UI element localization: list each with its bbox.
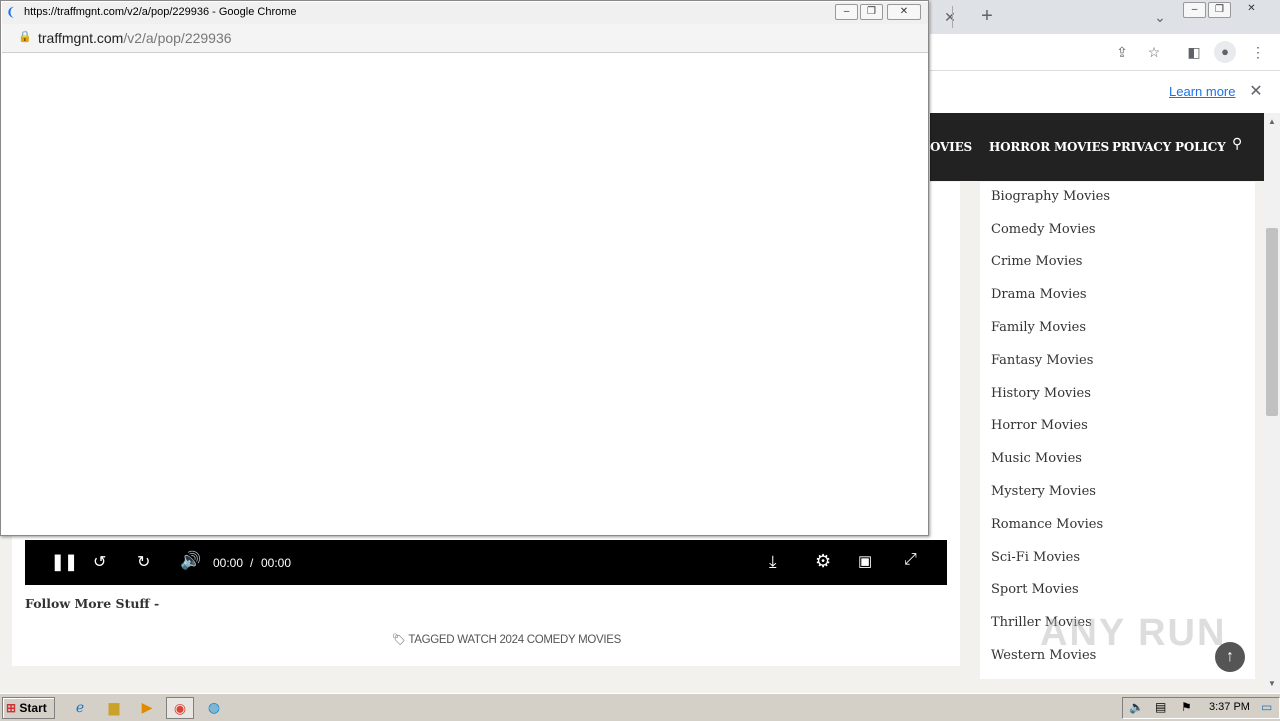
start-button[interactable]: ⊞ Start [2, 697, 55, 719]
url-domain: traffmgnt.com [38, 30, 124, 46]
popup-address-bar[interactable]: 🔒 traffmgnt.com/v2/a/pop/229936 [2, 24, 928, 53]
share-icon[interactable]: ⇪ [1112, 42, 1132, 62]
browser-toolbar: ⇪ ☆ ◧ ● ⋮ [930, 34, 1280, 71]
close-window-icon[interactable]: ✕ [1241, 2, 1262, 16]
download-icon[interactable]: ⤓ [769, 552, 777, 572]
fullscreen-icon[interactable]: ⤢ [904, 551, 917, 569]
nav-item-horror-movies[interactable]: HORROR MOVIES [989, 140, 1109, 154]
bookmark-star-icon[interactable]: ☆ [1144, 42, 1164, 62]
rewind-10-icon[interactable]: ↺ [93, 552, 106, 572]
current-time: 00:00 [213, 556, 244, 570]
minimize-icon[interactable]: ‒ [1183, 2, 1206, 18]
popup-minimize-icon[interactable]: ‒ [835, 4, 858, 20]
forward-10-icon[interactable]: ↻ [137, 552, 150, 572]
tab-strip: ✕ + ⌄ ‒ ❐ ✕ [930, 0, 1280, 34]
sidebar-item-comedy[interactable]: Comedy Movies [991, 222, 1096, 237]
sidebar-item-horror[interactable]: Horror Movies [991, 418, 1088, 433]
edge-icon[interactable]: ◍ [203, 697, 225, 717]
sidebar-item-mystery[interactable]: Mystery Movies [991, 484, 1096, 499]
taskbar-clock: 3:37 PM [1209, 701, 1250, 713]
sidebar-item-music[interactable]: Music Movies [991, 451, 1082, 466]
sidebar-item-sport[interactable]: Sport Movies [991, 582, 1079, 597]
arrow-up-icon: ↑ [1226, 648, 1234, 665]
learn-more-link[interactable]: Learn more [1169, 84, 1235, 99]
volume-icon[interactable]: 🔊 [180, 551, 201, 571]
menu-icon[interactable]: ⋮ [1248, 42, 1268, 62]
popup-maximize-icon[interactable]: ❐ [860, 4, 883, 20]
profile-icon[interactable]: ● [1214, 41, 1236, 63]
search-icon[interactable]: ⚲ [1232, 135, 1242, 152]
scroll-down-icon[interactable]: ▼ [1268, 679, 1276, 688]
chrome-loading-icon: ❨ [6, 5, 17, 19]
sidebar-item-sci-fi[interactable]: Sci-Fi Movies [991, 550, 1080, 565]
site-nav: OVIES HORROR MOVIES PRIVACY POLICY ⚲ [930, 113, 1264, 181]
sidebar-item-family[interactable]: Family Movies [991, 320, 1086, 335]
close-infobar-icon[interactable]: ✕ [1246, 82, 1266, 102]
sidebar-item-crime[interactable]: Crime Movies [991, 254, 1082, 269]
tag-icon: 🏷 [392, 634, 406, 646]
folder-icon[interactable]: ▆ [103, 697, 125, 717]
pause-icon[interactable]: ❚❚ [51, 552, 78, 572]
new-tab-icon[interactable]: + [977, 6, 997, 26]
restore-icon[interactable]: ❐ [1208, 2, 1231, 18]
nav-item-movies[interactable]: OVIES [930, 140, 972, 154]
volume-tray-icon[interactable]: 🔈 [1129, 700, 1144, 714]
side-panel-icon[interactable]: ◧ [1184, 42, 1204, 62]
start-label: Start [19, 701, 47, 715]
post-tags: 🏷 TAGGED WATCH 2024 COMEDY MOVIES [392, 633, 621, 646]
scroll-thumb[interactable] [1266, 228, 1278, 416]
popup-close-icon[interactable]: ✕ [887, 4, 921, 20]
time-separator: / [250, 556, 254, 570]
internet-explorer-icon[interactable]: ℯ [69, 697, 91, 717]
scroll-up-icon[interactable]: ▲ [1268, 117, 1276, 126]
popup-url: traffmgnt.com/v2/a/pop/229936 [38, 30, 232, 46]
sidebar-item-fantasy[interactable]: Fantasy Movies [991, 353, 1093, 368]
popup-title-bar: ❨ https://traffmgnt.com/v2/a/pop/229936 … [2, 2, 928, 24]
windows-logo-icon: ⊞ [6, 701, 17, 715]
info-bar: Learn more ✕ [930, 71, 1280, 114]
watermark: ANY RUN [1040, 612, 1227, 654]
sidebar-item-history[interactable]: History Movies [991, 386, 1091, 401]
nav-item-privacy-policy[interactable]: PRIVACY POLICY [1112, 140, 1226, 154]
follow-more-text: Follow More Stuff - [25, 596, 160, 611]
media-player-icon[interactable]: ▶ [136, 697, 158, 717]
duration: 00:00 [261, 556, 292, 570]
sidebar-item-romance[interactable]: Romance Movies [991, 517, 1103, 532]
tagged-label: TAGGED [408, 634, 455, 646]
sidebar-item-drama[interactable]: Drama Movies [991, 287, 1087, 302]
video-player-controls: ❚❚ ↺ ↻ 🔊 00:00 / 00:00 ⤓ ⚙ ▣ ⤢ [25, 540, 947, 585]
picture-in-picture-icon[interactable]: ▣ [858, 552, 872, 570]
tab-divider [952, 6, 953, 28]
popup-title: https://traffmgnt.com/v2/a/pop/229936 - … [24, 6, 297, 18]
network-tray-icon[interactable]: ▤ [1155, 700, 1166, 714]
close-tab-icon[interactable]: ✕ [940, 7, 960, 27]
sidebar-item-biography[interactable]: Biography Movies [991, 189, 1110, 204]
chrome-taskbar-icon[interactable]: ◉ [166, 697, 194, 719]
popup-window: ❨ https://traffmgnt.com/v2/a/pop/229936 … [0, 0, 929, 536]
url-path: /v2/a/pop/229936 [123, 30, 232, 46]
flag-tray-icon[interactable]: ⚑ [1181, 700, 1192, 714]
settings-gear-icon[interactable]: ⚙ [815, 551, 831, 572]
lock-icon: 🔒 [18, 31, 32, 43]
show-desktop-icon[interactable]: ▭ [1261, 700, 1272, 714]
system-tray: 🔈 ▤ ⚑ ▭ [1122, 697, 1280, 719]
scroll-to-top-button[interactable]: ↑ [1215, 642, 1245, 672]
tab-search-icon[interactable]: ⌄ [1150, 7, 1170, 27]
tag-link[interactable]: WATCH 2024 COMEDY MOVIES [457, 634, 621, 646]
